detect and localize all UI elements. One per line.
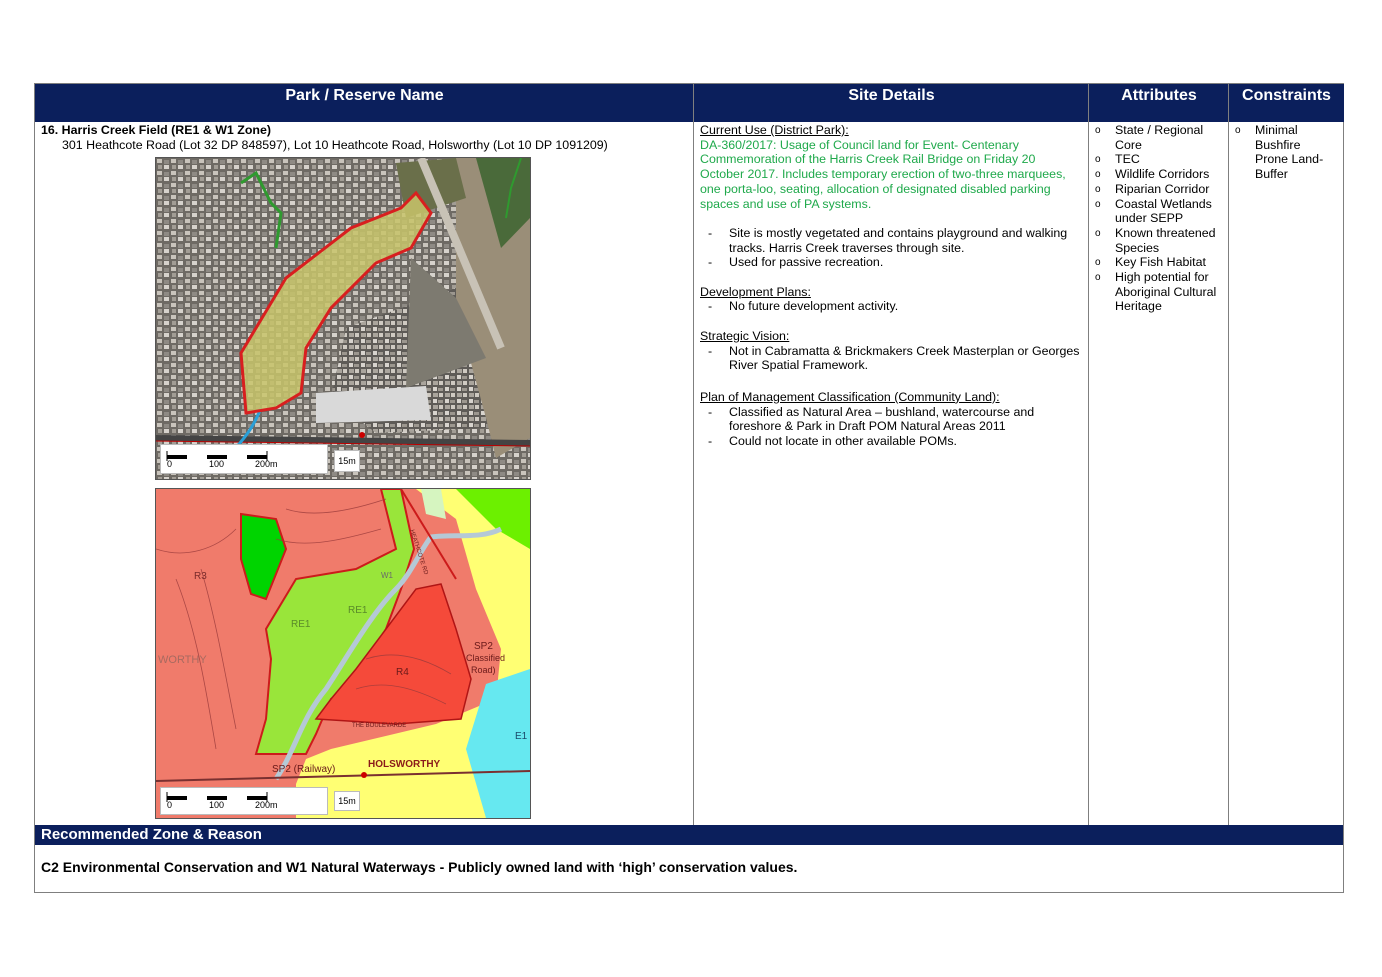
pom-item: Classified as Natural Area – bushland, w… [700,405,1082,434]
zoning-map: R3 RE1 RE1 R4 W1 SP2 Classified Road) E1… [155,488,531,819]
constraints-cell: Minimal Bushfire Prone Land-Buffer [1229,122,1329,182]
attributes-cell: State / Regional Core TEC Wildlife Corri… [1089,122,1227,314]
zone-label-re1: RE1 [291,619,311,630]
attribute-item: Wildlife Corridors [1089,167,1227,182]
zone-label-classified: Classified [466,653,506,663]
column-divider [693,84,694,825]
attribute-item: State / Regional Core [1089,123,1227,152]
recommended-text: C2 Environmental Conservation and W1 Nat… [41,859,798,875]
road-label-boulevarde: THE BOULEVARDE [352,723,407,729]
aerial-image [156,158,530,479]
scale-bar-graphic [166,792,268,802]
attribute-item: High potential for Aboriginal Cultural H… [1089,270,1227,314]
vision-item: Not in Cabramatta & Brickmakers Creek Ma… [700,344,1082,373]
zone-label-sp2: SP2 [474,641,493,652]
place-label-holsworthy: HOLSWORTHY [368,759,441,770]
scale-label: 100 [209,800,225,810]
current-use-heading: Current Use (District Park): [700,123,849,137]
attribute-item: Riparian Corridor [1089,182,1227,197]
site-details-cell: Current Use (District Park): DA-360/2017… [700,122,1082,449]
development-heading: Development Plans: [700,284,811,299]
legend-badge: 15m [334,791,360,811]
aerial-map: 0 100 200m 15m [155,157,531,480]
scale-bar: 0 100 200m [160,444,328,474]
scale-label: 0 [167,800,173,810]
development-item: No future development activity. [700,299,1082,314]
scale-bar: 0 100 200m [160,787,328,815]
legend-badge: 15m [334,450,360,472]
zone-label-e1: E1 [515,731,528,742]
header-constraints: Constraints [1229,84,1344,122]
zone-label-sp2-railway: SP2 (Railway) [272,764,336,775]
scale-label: 100 [209,459,225,469]
zone-label-r3: R3 [194,571,207,582]
scale-bar-graphic [166,451,268,461]
park-table: Park / Reserve Name Site Details Attribu… [34,83,1344,893]
attribute-item: TEC [1089,152,1227,167]
attribute-item: Key Fish Habitat [1089,255,1227,270]
pom-heading: Plan of Management Classification (Commu… [700,389,1000,404]
park-cell: 16. Harris Creek Field (RE1 & W1 Zone) 3… [41,122,691,152]
recommended-heading: Recommended Zone & Reason [35,825,1343,845]
da-note: DA-360/2017: Usage of Council land for E… [700,137,1066,211]
header-attributes: Attributes [1089,84,1229,122]
scale-label: 200m [255,800,278,810]
current-use-item: Used for passive recreation. [700,255,1082,270]
current-use-item: Site is mostly vegetated and contains pl… [700,226,1082,255]
constraint-item: Minimal Bushfire Prone Land-Buffer [1229,123,1329,182]
attribute-item: Known threatened Species [1089,226,1227,255]
scale-label: 0 [167,459,173,469]
zone-label-r4: R4 [396,667,409,678]
park-address: 301 Heathcote Road (Lot 32 DP 848597), L… [62,137,608,152]
header-site-details: Site Details [694,84,1089,122]
park-title: 16. Harris Creek Field (RE1 & W1 Zone) [41,123,271,137]
vision-heading: Strategic Vision: [700,328,790,343]
header-park-name: Park / Reserve Name [35,84,694,122]
pom-item: Could not locate in other available POMs… [700,434,1082,449]
column-divider [1228,84,1229,825]
zone-label-road: Road) [471,665,496,675]
zone-label-w1: W1 [381,571,393,580]
zone-label-re1: RE1 [348,605,368,616]
scale-label: 200m [255,459,278,469]
attribute-item: Coastal Wetlands under SEPP [1089,197,1227,226]
zone-label-worthy: WORTHY [158,654,207,666]
